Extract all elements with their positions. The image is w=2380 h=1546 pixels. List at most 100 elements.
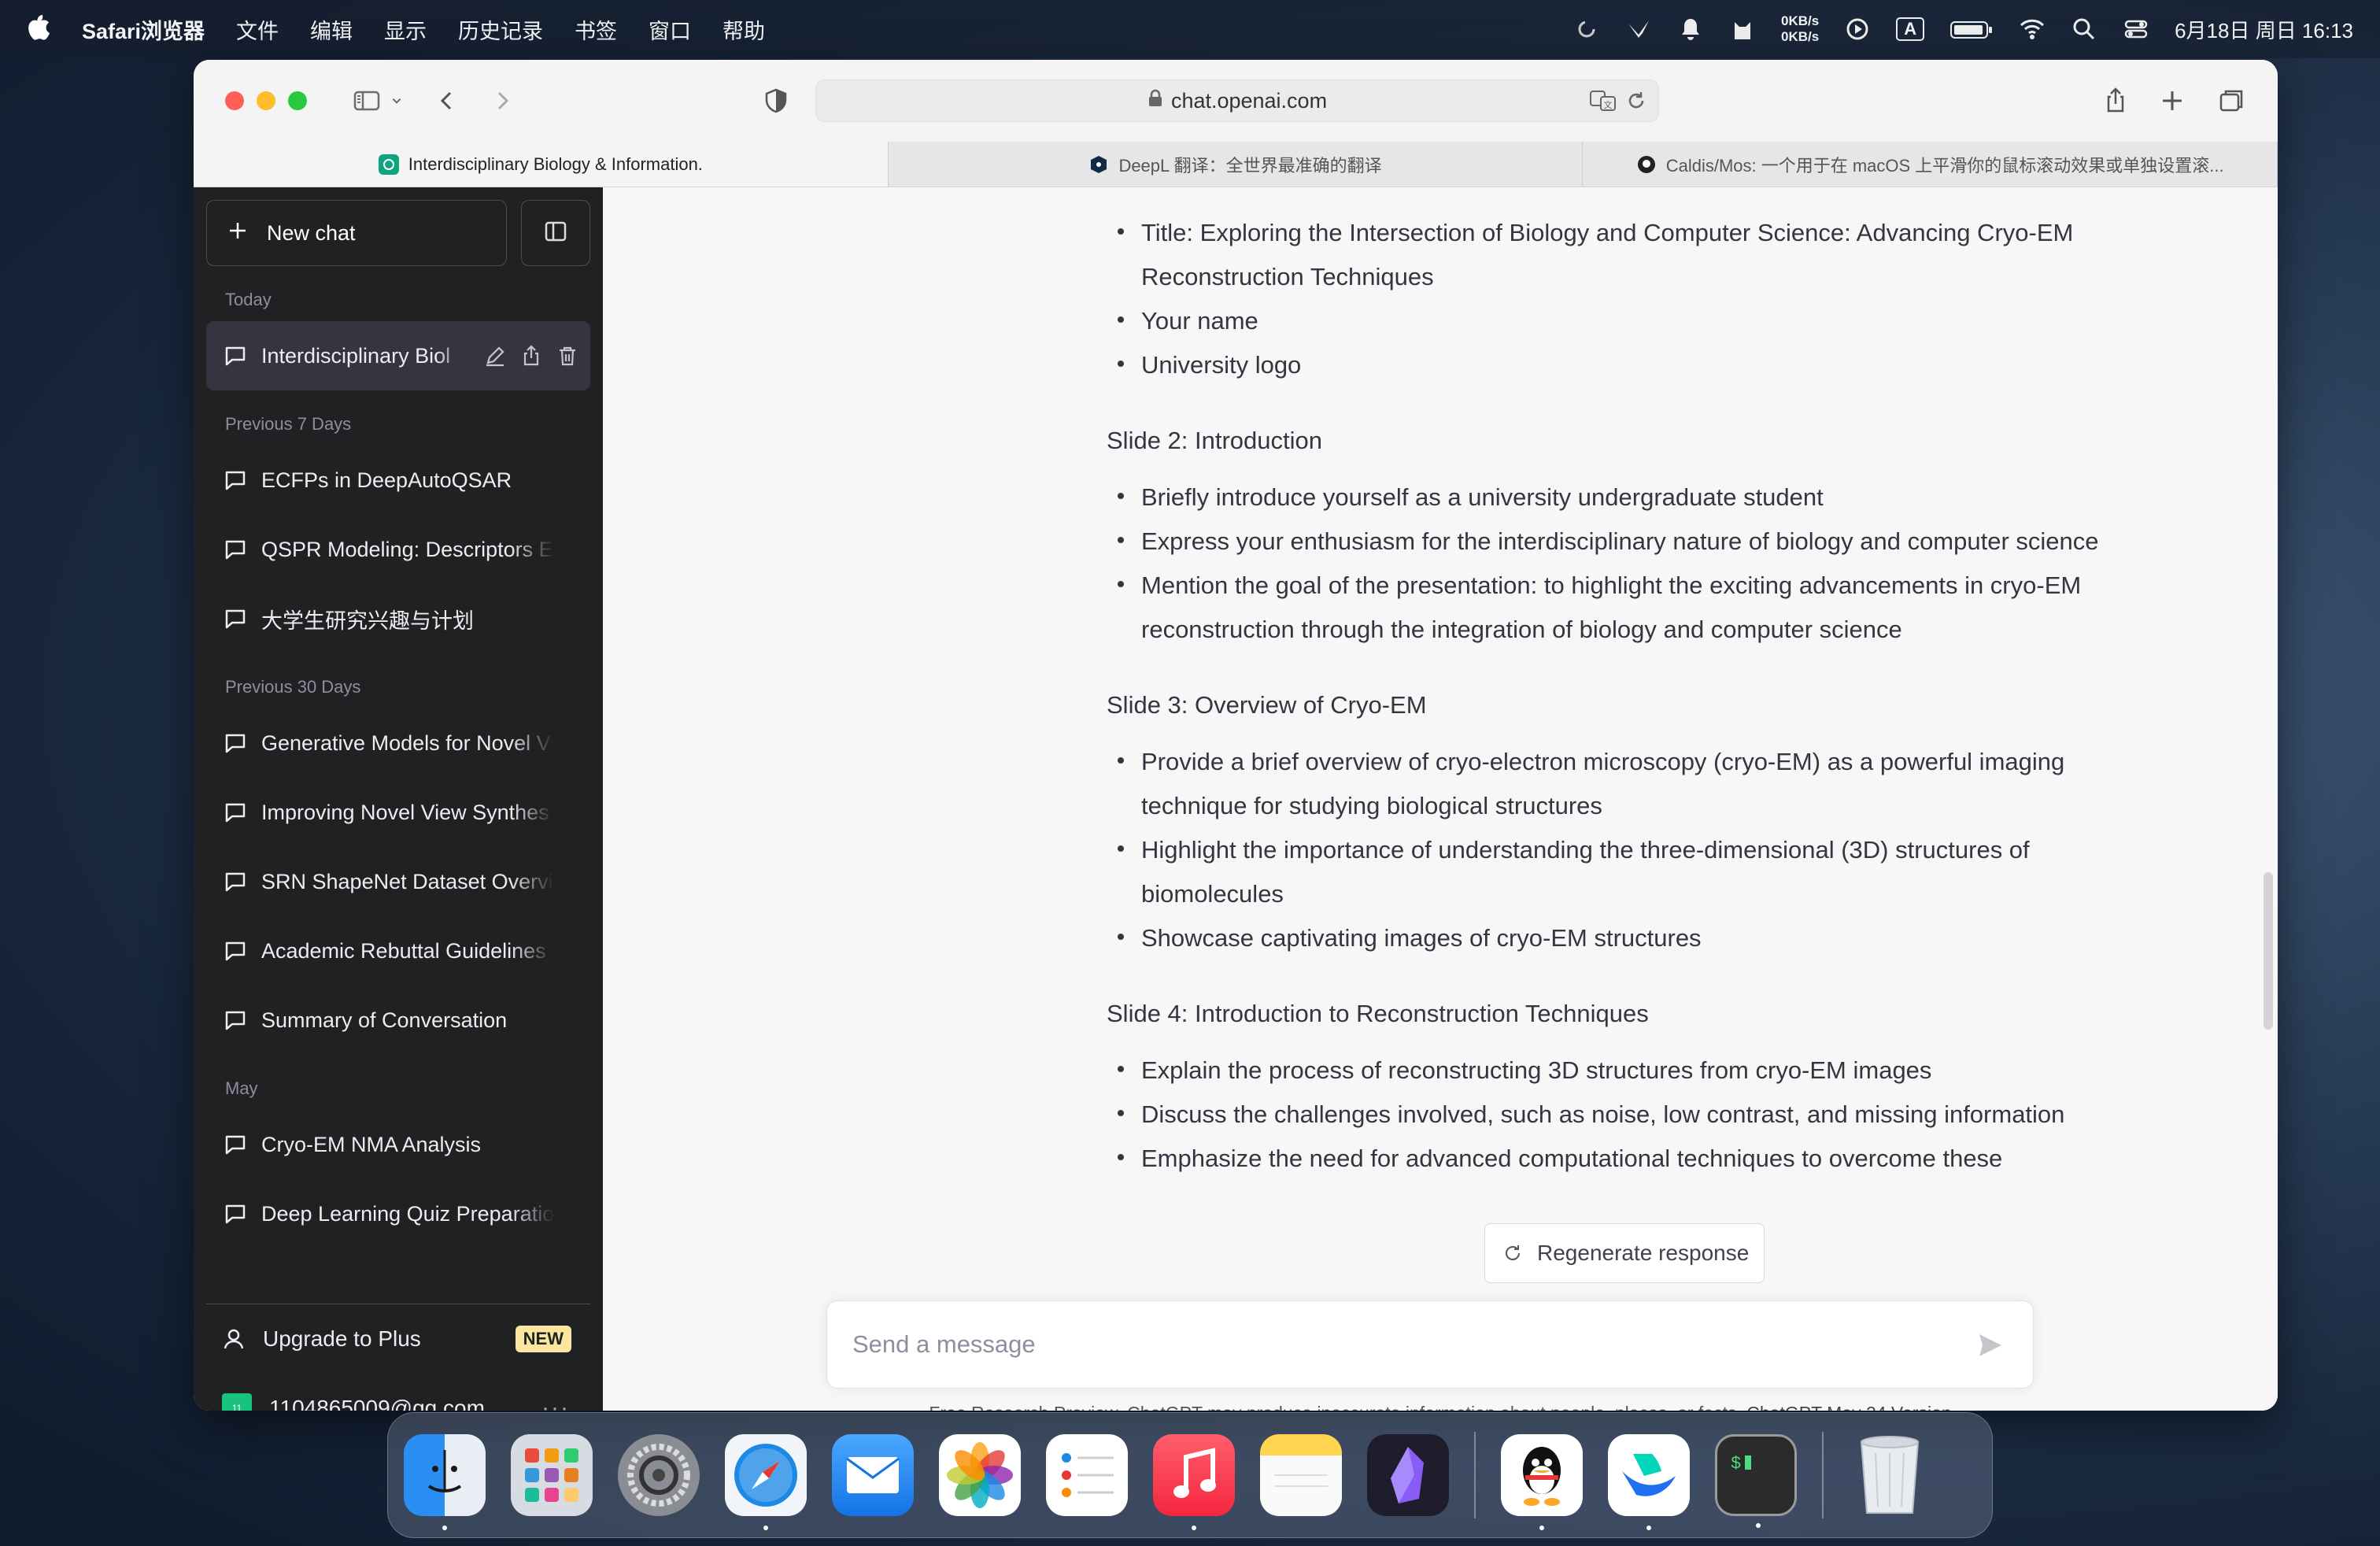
share-icon[interactable]	[519, 344, 543, 368]
battery-icon[interactable]	[1949, 16, 1994, 43]
dock-separator	[1822, 1432, 1824, 1518]
tab-overview-icon[interactable]	[2213, 82, 2251, 120]
launchpad-icon[interactable]	[511, 1434, 593, 1516]
notes-icon[interactable]	[1260, 1434, 1342, 1516]
qq-icon[interactable]	[1501, 1434, 1583, 1530]
net-download: 0KB/s	[1781, 29, 1820, 44]
chat-bubble-icon	[225, 1204, 246, 1224]
net-upload: 0KB/s	[1781, 13, 1820, 28]
sidebar-chat-item[interactable]: ECFPs in DeepAutoQSAR	[206, 446, 590, 515]
sidebar-chat-item[interactable]: 大学生研究兴趣与计划	[206, 584, 590, 653]
safari-icon[interactable]	[725, 1434, 807, 1530]
more-options-icon[interactable]: ···	[541, 1395, 570, 1411]
plus-icon	[227, 220, 248, 246]
chat-title: Cryo-EM NMA Analysis	[261, 1132, 482, 1156]
menu-file[interactable]: 文件	[236, 14, 279, 45]
terminal-icon[interactable]: $	[1715, 1434, 1797, 1528]
reload-icon[interactable]	[1625, 90, 1647, 117]
version-link[interactable]: ChatGPT May 24 Version	[1746, 1403, 1951, 1411]
sidebar-chat-item[interactable]: Improving Novel View Synthes	[206, 778, 590, 847]
privacy-shield-icon[interactable]	[757, 82, 795, 120]
menu-view[interactable]: 显示	[384, 14, 427, 45]
menubar-clock[interactable]: 6月18日 周日 16:13	[2175, 15, 2353, 44]
lark-icon[interactable]	[1608, 1434, 1690, 1530]
bird-status-icon[interactable]	[1625, 16, 1652, 43]
pencil-edit-icon[interactable]	[483, 344, 507, 368]
menu-help[interactable]: 帮助	[722, 14, 765, 45]
trash-icon[interactable]	[556, 344, 579, 368]
chat-main: Title: Exploring the Intersection of Bio…	[603, 187, 2278, 1411]
sidebar-footer: Upgrade to Plus NEW 11 1104865009@qq.com…	[206, 1304, 590, 1411]
reminders-icon[interactable]	[1046, 1434, 1128, 1516]
refresh-icon	[1506, 1245, 1520, 1260]
apple-menu-icon[interactable]	[27, 13, 50, 46]
play-circle-icon[interactable]	[1844, 16, 1871, 43]
bullet-item: Explain the process of reconstructing 3D…	[1107, 1049, 2145, 1093]
tab-title: Caldis/Mos: 一个用于在 macOS 上平滑你的鼠标滚动效果或单独设置…	[1665, 155, 2224, 176]
bullet-item: University logo	[1107, 343, 2145, 387]
tab-deepl[interactable]: DeepL 翻译：全世界最准确的翻译	[889, 142, 1584, 187]
sidebar-chat-item[interactable]: Academic Rebuttal Guidelines	[206, 916, 590, 986]
menu-bookmarks[interactable]: 书签	[575, 14, 617, 45]
sidebar-chat-item[interactable]: Cryo-EM NMA Analysis	[206, 1110, 590, 1179]
regenerate-response-button[interactable]: Regenerate response	[1484, 1223, 1765, 1283]
app-menu[interactable]: Safari浏览器	[82, 14, 205, 45]
send-icon[interactable]	[1976, 1331, 2005, 1366]
wifi-icon[interactable]	[2019, 16, 2046, 43]
chat-title: SRN ShapeNet Dataset Overvi	[261, 869, 553, 893]
back-arrow-icon[interactable]	[428, 82, 466, 120]
spotlight-search-icon[interactable]	[2071, 16, 2097, 43]
sidebar-chat-item[interactable]: Deep Learning Quiz Preparatio	[206, 1179, 590, 1248]
bullet-item: Showcase captivating images of cryo-EM s…	[1107, 916, 2145, 960]
tab-github[interactable]: Caldis/Mos: 一个用于在 macOS 上平滑你的鼠标滚动效果或单独设置…	[1583, 142, 2278, 187]
sidebar-toggle-icon[interactable]	[348, 82, 386, 120]
scrollbar-thumb[interactable]	[2264, 872, 2273, 1030]
address-bar[interactable]: chat.openai.com 文	[815, 80, 1659, 122]
input-method-indicator[interactable]: A	[1896, 17, 1925, 41]
chat-title: Summary of Conversation	[261, 1008, 508, 1032]
menu-window[interactable]: 窗口	[649, 14, 691, 45]
chat-bubble-icon	[225, 872, 246, 892]
music-icon[interactable]	[1153, 1434, 1235, 1530]
hide-sidebar-button[interactable]	[521, 200, 590, 266]
chat-title: ECFPs in DeepAutoQSAR	[261, 468, 512, 492]
sidebar-chat-item[interactable]: Generative Models for Novel V	[206, 708, 590, 778]
sidebar-chat-item[interactable]: Summary of Conversation	[206, 986, 590, 1055]
spiral-status-icon[interactable]	[1573, 16, 1600, 43]
message-input[interactable]: Send a message	[826, 1300, 2034, 1389]
forward-arrow-icon[interactable]	[483, 82, 521, 120]
finder-icon[interactable]	[404, 1434, 486, 1530]
menu-history[interactable]: 历史记录	[458, 14, 543, 45]
running-indicator	[1539, 1526, 1544, 1530]
tab-chatgpt[interactable]: Interdisciplinary Biology & Information.	[194, 142, 889, 187]
cat-status-icon[interactable]	[1729, 16, 1756, 43]
trash-icon[interactable]	[1849, 1434, 1931, 1516]
chevron-down-icon[interactable]	[386, 82, 408, 120]
sidebar-chat-item[interactable]: Interdisciplinary Biol	[206, 321, 590, 390]
translate-icon[interactable]: 文	[1589, 90, 1617, 117]
obsidian-icon[interactable]	[1367, 1434, 1449, 1516]
window-controls	[225, 91, 307, 110]
browser-toolbar: chat.openai.com 文	[194, 60, 2278, 142]
mail-icon[interactable]	[832, 1434, 914, 1516]
menu-edit[interactable]: 编辑	[310, 14, 353, 45]
bell-icon[interactable]	[1677, 16, 1704, 43]
new-tab-plus-icon[interactable]	[2153, 82, 2191, 120]
minimize-window-button[interactable]	[257, 91, 275, 110]
close-window-button[interactable]	[225, 91, 244, 110]
slide-heading: Slide 2: Introduction	[1107, 427, 1323, 454]
menu-bar: Safari浏览器 文件 编辑 显示 历史记录 书签 窗口 帮助 0KB/s 0…	[0, 0, 2380, 58]
sidebar-chat-item[interactable]: SRN ShapeNet Dataset Overvi	[206, 847, 590, 916]
share-icon[interactable]	[2097, 82, 2134, 120]
account-menu[interactable]: 11 1104865009@qq.com ···	[206, 1374, 590, 1411]
sidebar-chat-item[interactable]: QSPR Modeling: Descriptors E	[206, 515, 590, 584]
chat-bubble-icon	[225, 941, 246, 961]
new-chat-button[interactable]: New chat	[206, 200, 508, 266]
message-placeholder: Send a message	[852, 1330, 1036, 1358]
zoom-window-button[interactable]	[288, 91, 307, 110]
photos-icon[interactable]	[939, 1434, 1021, 1516]
upgrade-to-plus-button[interactable]: Upgrade to Plus NEW	[206, 1304, 590, 1374]
control-center-icon[interactable]	[2123, 16, 2149, 43]
system-settings-icon[interactable]	[618, 1434, 700, 1516]
new-badge: NEW	[515, 1326, 571, 1352]
